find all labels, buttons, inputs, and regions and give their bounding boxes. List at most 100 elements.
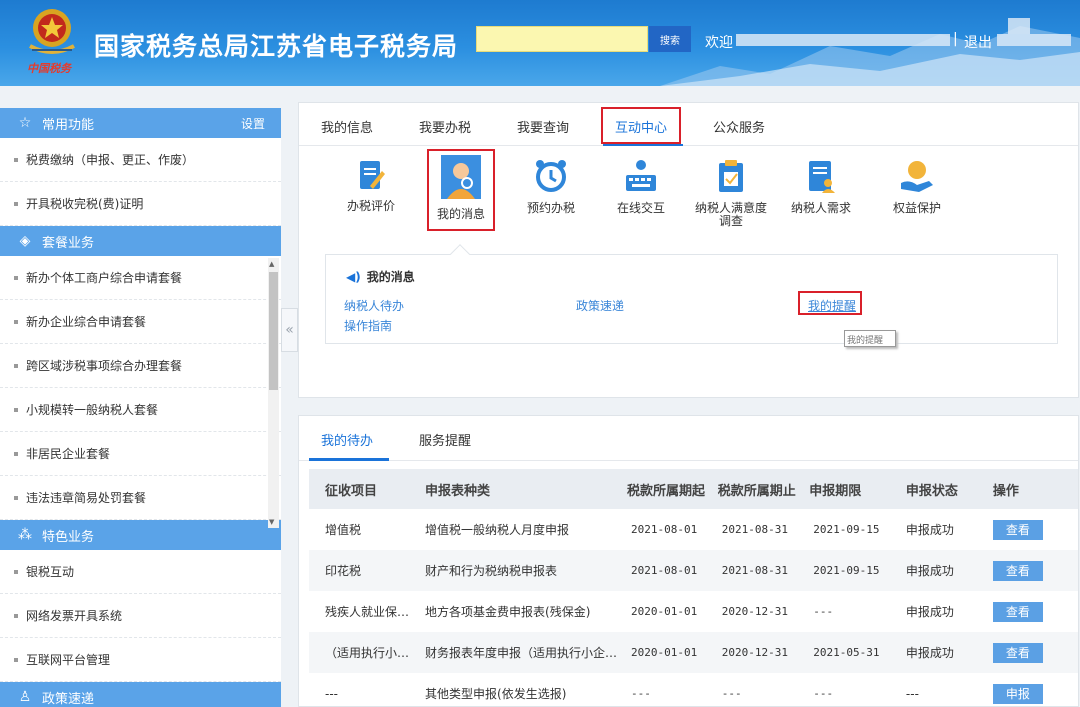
item-label: 税费缴纳（申报、更正、作废） <box>26 153 195 167</box>
cell: 地方各项基金费申报表(残保金) <box>425 605 591 619</box>
item-label: 新办个体工商户综合申请套餐 <box>26 271 183 285</box>
link-policy[interactable]: 政策速递 <box>576 297 624 314</box>
taxpayer-needs-tile[interactable]: 纳税人需求 <box>781 159 861 215</box>
tab-my-info[interactable]: 我的信息 <box>321 117 373 136</box>
collapse-sidebar-button[interactable]: « <box>281 308 298 352</box>
table-row: 残疾人就业保… 地方各项基金费申报表(残保金) 2020-01-01 2020-… <box>309 591 1078 632</box>
tile-label: 在线交互 <box>616 201 665 215</box>
cell: 查看 <box>977 632 1078 673</box>
declare-button[interactable]: 申报 <box>992 683 1043 704</box>
bullet-icon <box>14 157 18 162</box>
table-row: 增值税 增值税一般纳税人月度申报 2021-08-01 2021-08-31 2… <box>309 509 1078 550</box>
link-pending[interactable]: 纳税人待办 <box>344 297 404 314</box>
cell: 残疾人就业保… <box>325 605 410 619</box>
sidebar-item-bank-tax[interactable]: 银税互动 <box>0 550 281 594</box>
main-tabs: 我的信息 我要办税 我要查询 互动中心 公众服务 <box>299 103 1078 146</box>
cell: 2021-08-01 <box>631 523 698 536</box>
sidebar-item-invoice[interactable]: 网络发票开具系统 <box>0 594 281 638</box>
scroll-up-icon[interactable]: ▲ <box>269 260 274 268</box>
bullet-icon <box>14 363 18 368</box>
scroll-thumb[interactable] <box>269 272 278 390</box>
settings-link[interactable]: 设置 <box>241 115 265 132</box>
sidebar-section-policy[interactable]: ♙ 政策速递 <box>0 682 281 707</box>
rights-protection-tile[interactable]: 权益保护 <box>877 159 957 215</box>
tile-label: 纳税人需求 <box>790 201 851 215</box>
document-person-icon <box>809 161 835 193</box>
bullet-icon <box>14 275 18 280</box>
tab-public-service[interactable]: 公众服务 <box>713 117 765 136</box>
tab-service-reminder[interactable]: 服务提醒 <box>419 430 471 449</box>
online-interaction-tile[interactable]: 在线交互 <box>601 159 681 215</box>
item-label: 跨区域涉税事项综合办理套餐 <box>26 359 183 373</box>
sidebar-scrollbar[interactable]: ▲ ▼ <box>268 258 279 528</box>
active-tab-indicator <box>309 458 389 461</box>
tab-tax-handling[interactable]: 我要办税 <box>419 117 471 136</box>
cell: 财产和行为税纳税申报表 <box>425 564 558 578</box>
interaction-panel: 我的信息 我要办税 我要查询 互动中心 公众服务 办税评价 我的消息 预约办税 … <box>298 102 1079 398</box>
section-title: 政策速递 <box>42 691 95 707</box>
view-button[interactable]: 查看 <box>992 601 1043 622</box>
tax-emblem-logo <box>29 9 75 54</box>
tab-query[interactable]: 我要查询 <box>517 117 569 136</box>
keyboard-globe-icon <box>626 160 656 191</box>
sidebar-item-tax-payment[interactable]: 税费缴纳（申报、更正、作废） <box>0 138 281 182</box>
sidebar: ☆ 常用功能 设置 税费缴纳（申报、更正、作废） 开具税收完税(费)证明 ◈ 套… <box>0 108 281 707</box>
tab-my-todo[interactable]: 我的待办 <box>321 430 373 449</box>
search-button[interactable]: 搜索 <box>649 26 691 52</box>
welcome-text: 欢迎 <box>705 35 733 51</box>
cell: 2021-08-01 <box>631 564 698 577</box>
sidebar-item-package-5[interactable]: 非居民企业套餐 <box>0 432 281 476</box>
col-header: 申报期限 <box>809 483 862 499</box>
logout-link[interactable]: 退出 <box>964 32 992 52</box>
cell: 其他类型申报(依发生选报) <box>425 687 567 701</box>
clipboard-icon <box>719 160 743 192</box>
sidebar-item-package-4[interactable]: 小规模转一般纳税人套餐 <box>0 388 281 432</box>
layers-icon: ◈ <box>19 233 31 249</box>
item-label: 网络发票开具系统 <box>26 609 123 623</box>
scroll-down-icon[interactable]: ▼ <box>269 518 274 526</box>
sidebar-section-special[interactable]: ⁂ 特色业务 <box>0 520 281 550</box>
highlight-box <box>427 149 495 231</box>
col-header: 操作 <box>992 483 1019 499</box>
sidebar-item-package-2[interactable]: 新办企业综合申请套餐 <box>0 300 281 344</box>
cell: 2020-12-31 <box>721 605 788 618</box>
view-button[interactable]: 查看 <box>992 519 1043 540</box>
cell: 查看 <box>977 509 1078 550</box>
table-header-row: 征收项目 申报表种类 税款所属期起 税款所属期止 申报期限 申报状态 操作 <box>309 469 1078 509</box>
cell: 申报成功 <box>905 564 954 578</box>
section-title: 套餐业务 <box>42 235 95 251</box>
tooltip: 我的提醒 <box>844 330 896 347</box>
active-tab-indicator <box>603 144 683 146</box>
bullet-icon <box>14 319 18 324</box>
appointment-tile[interactable]: 预约办税 <box>511 159 591 215</box>
bullet-icon <box>14 657 18 662</box>
bullet-icon <box>14 495 18 500</box>
tax-evaluation-tile[interactable]: 办税评价 <box>331 159 411 213</box>
highlight-box <box>798 291 862 315</box>
search-input[interactable] <box>476 26 648 52</box>
todo-panel: 我的待办 服务提醒 征收项目 申报表种类 税款所属期起 税款所属期止 申报期限 … <box>298 415 1079 707</box>
messages-title-text: 我的消息 <box>366 270 415 284</box>
highlight-box <box>601 107 681 144</box>
sidebar-section-packages[interactable]: ◈ 套餐业务 <box>0 226 281 256</box>
cell: （适用执行小… <box>325 646 410 660</box>
tile-label: 办税评价 <box>346 199 395 213</box>
link-guide[interactable]: 操作指南 <box>344 317 392 334</box>
tile-label: 权益保护 <box>892 201 941 215</box>
cell: 增值税一般纳税人月度申报 <box>425 523 570 537</box>
sidebar-section-common[interactable]: ☆ 常用功能 设置 <box>0 108 281 138</box>
sidebar-item-tax-certificate[interactable]: 开具税收完税(费)证明 <box>0 182 281 226</box>
sidebar-item-platform[interactable]: 互联网平台管理 <box>0 638 281 682</box>
cell: --- <box>905 686 919 701</box>
col-header: 申报表种类 <box>425 483 491 499</box>
sidebar-item-package-6[interactable]: 违法违章简易处罚套餐 <box>0 476 281 520</box>
view-button[interactable]: 查看 <box>992 642 1043 663</box>
sidebar-item-package-1[interactable]: 新办个体工商户综合申请套餐 <box>0 256 281 300</box>
satisfaction-survey-tile[interactable]: 纳税人满意度调查 <box>691 159 771 228</box>
separator: | <box>953 31 958 47</box>
sidebar-item-package-3[interactable]: 跨区域涉税事项综合办理套餐 <box>0 344 281 388</box>
view-button[interactable]: 查看 <box>992 560 1043 581</box>
cell: 2021-09-15 <box>813 523 880 536</box>
cell: 申报成功 <box>905 523 954 537</box>
cell: 2020-01-01 <box>631 605 698 618</box>
